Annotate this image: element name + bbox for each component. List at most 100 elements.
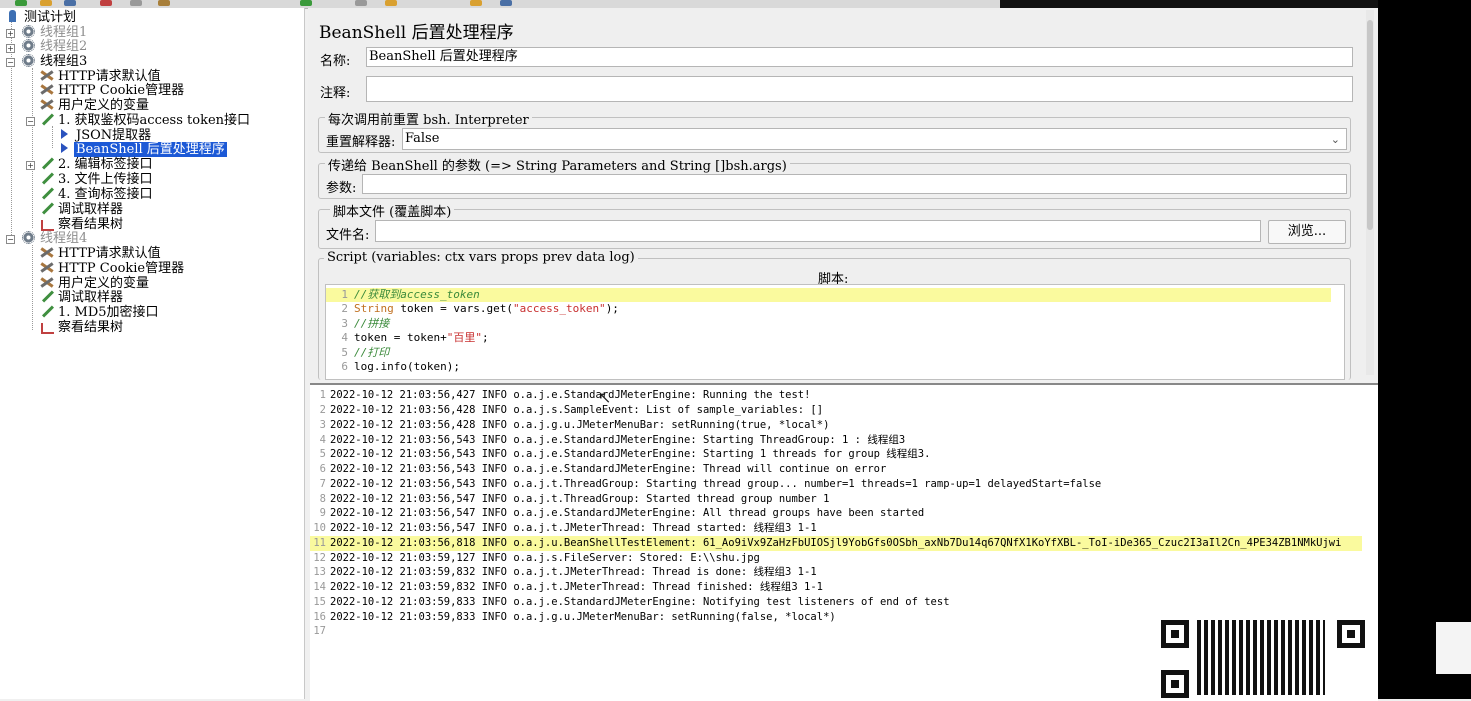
tree-item-http-defaults[interactable]: HTTP请求默认值 xyxy=(40,69,163,84)
cut-icon[interactable] xyxy=(100,0,112,6)
file-name-label: 文件名: xyxy=(326,228,370,243)
tree-item-debug-sampler-2[interactable]: 调试取样器 xyxy=(40,290,125,305)
video-overlay-right xyxy=(1378,0,1471,699)
collapse-toggle[interactable]: − xyxy=(26,117,35,126)
postprocessor-icon xyxy=(58,142,71,155)
reset-interpreter-label: 重置解释器: xyxy=(326,135,396,150)
log-line: 16 2022-10-12 21:03:59,833 INFO o.a.j.g.u… xyxy=(310,610,835,625)
tree-item-test-plan[interactable]: 测试计划 xyxy=(6,10,78,25)
wrench-icon xyxy=(40,276,53,289)
log-line: 3 2022-10-12 21:03:56,428 INFO o.a.j.g.u.… xyxy=(310,418,830,433)
log-line-number: 3 xyxy=(319,419,326,431)
log-line-number: 11 xyxy=(313,537,326,549)
panel-scrollbar-thumb[interactable] xyxy=(1367,20,1373,230)
stop-icon[interactable] xyxy=(355,0,367,6)
parameters-field[interactable] xyxy=(362,174,1347,194)
log-line-number: 17 xyxy=(313,625,326,637)
log-line: 6 2022-10-12 21:03:56,543 INFO o.a.j.e.St… xyxy=(310,462,887,477)
expand-toggle[interactable]: + xyxy=(6,44,15,53)
tree-item-http-defaults-2[interactable]: HTTP请求默认值 xyxy=(40,246,163,261)
gear-icon xyxy=(22,231,35,244)
copy-icon[interactable] xyxy=(130,0,142,6)
code-line: 1//获取到access_token xyxy=(326,288,1331,302)
tree-item-sampler-access-token[interactable]: 1. 获取鉴权码access token接口 xyxy=(40,113,252,128)
tree-item-json-extractor[interactable]: JSON提取器 xyxy=(58,128,153,143)
log-line-number: 13 xyxy=(313,566,326,578)
script-file-group-title: 脚本文件 (覆盖脚本) xyxy=(330,201,455,220)
tree-item-sampler-edit-tag[interactable]: 2. 编辑标签接口 xyxy=(40,157,155,172)
sampler-icon xyxy=(40,157,53,170)
tree-item-results-tree-2[interactable]: 察看结果树 xyxy=(40,320,125,335)
wrench-icon xyxy=(40,246,53,259)
name-label: 名称: xyxy=(320,54,351,69)
gear-icon xyxy=(22,25,35,38)
code-line: 6 log.info(token); xyxy=(341,360,460,373)
tree-item-thread-group-1[interactable]: 线程组1 xyxy=(22,25,89,40)
log-line: 13 2022-10-12 21:03:59,832 INFO o.a.j.t.J… xyxy=(310,565,816,580)
listener-icon xyxy=(40,217,54,231)
tree-item-thread-group-3[interactable]: 线程组3 xyxy=(22,54,89,69)
paste-icon[interactable] xyxy=(158,0,170,6)
tree-item-beanshell-postprocessor[interactable]: BeanShell 后置处理程序 xyxy=(58,142,227,157)
file-name-field[interactable] xyxy=(375,220,1261,242)
sampler-icon xyxy=(40,290,53,303)
save-icon[interactable] xyxy=(64,0,76,6)
sampler-icon xyxy=(40,202,53,215)
log-line: 9 2022-10-12 21:03:56,547 INFO o.a.j.e.St… xyxy=(310,506,925,521)
sampler-icon xyxy=(40,113,53,126)
log-line-number: 15 xyxy=(313,596,326,608)
code-line: 2 String token = vars.get("access_token")… xyxy=(341,302,619,315)
code-line: 5//打印 xyxy=(341,346,390,359)
tree-item-results-tree[interactable]: 察看结果树 xyxy=(40,217,125,232)
log-line: 14 2022-10-12 21:03:59,832 INFO o.a.j.t.J… xyxy=(310,580,823,595)
mouse-cursor-icon: ↖ xyxy=(598,388,612,407)
log-line: 4 2022-10-12 21:03:56,543 INFO o.a.j.e.St… xyxy=(310,433,905,448)
tree-item-sampler-upload[interactable]: 3. 文件上传接口 xyxy=(40,172,155,187)
wrench-icon xyxy=(40,69,53,82)
name-field[interactable]: BeanShell 后置处理程序 xyxy=(366,47,1353,67)
log-line-number: 10 xyxy=(313,522,326,534)
collapse-toggle[interactable]: − xyxy=(6,58,15,67)
sampler-icon xyxy=(40,172,53,185)
tree-item-user-variables[interactable]: 用户定义的变量 xyxy=(40,98,151,113)
tree-item-thread-group-4[interactable]: 线程组4 xyxy=(22,231,89,246)
log-line: 15 2022-10-12 21:03:59,833 INFO o.a.j.e.S… xyxy=(310,595,949,610)
log-line-number: 5 xyxy=(319,448,326,460)
page-title: BeanShell 后置处理程序 xyxy=(319,23,514,43)
parameters-group-title: 传递给 BeanShell 的参数 (=> String Parameters … xyxy=(325,155,790,174)
log-line: 7 2022-10-12 21:03:56,543 INFO o.a.j.t.Th… xyxy=(310,477,1102,492)
wrench-icon xyxy=(40,98,53,111)
tree-item-cookie-manager-2[interactable]: HTTP Cookie管理器 xyxy=(40,261,186,276)
tree-item-user-variables-2[interactable]: 用户定义的变量 xyxy=(40,276,151,291)
reset-interpreter-select[interactable]: False ⌄ xyxy=(402,128,1347,150)
collapse-toggle[interactable]: − xyxy=(6,235,15,244)
clear-icon[interactable] xyxy=(385,0,397,6)
log-line: 12 2022-10-12 21:03:59,127 INFO o.a.j.s.F… xyxy=(310,551,760,566)
listener-icon xyxy=(40,320,54,334)
tree-item-debug-sampler[interactable]: 调试取样器 xyxy=(40,202,125,217)
search-icon[interactable] xyxy=(470,0,482,6)
script-editor[interactable]: 1//获取到access_token 2 String token = vars.… xyxy=(325,284,1345,380)
wrench-icon xyxy=(40,83,53,96)
tree-item-cookie-manager[interactable]: HTTP Cookie管理器 xyxy=(40,83,186,98)
run-icon[interactable] xyxy=(15,0,27,6)
log-line-number: 8 xyxy=(319,493,326,505)
browse-button[interactable]: 浏览... xyxy=(1268,220,1346,244)
code-line: 4 token = token+"百里"; xyxy=(341,331,489,344)
qr-code xyxy=(1155,612,1377,699)
expand-toggle[interactable]: + xyxy=(6,29,15,38)
tree-item-thread-group-2[interactable]: 线程组2 xyxy=(22,39,89,54)
tree-item-sampler-md5[interactable]: 1. MD5加密接口 xyxy=(40,305,161,320)
gear-icon xyxy=(22,39,35,52)
start-icon[interactable] xyxy=(300,0,312,6)
comment-field[interactable] xyxy=(366,76,1353,102)
tree-item-sampler-query-tag[interactable]: 4. 查询标签接口 xyxy=(40,187,155,202)
log-line: 2 2022-10-12 21:03:56,428 INFO o.a.j.s.Sa… xyxy=(310,403,823,418)
log-line: 17 xyxy=(310,624,330,639)
log-line-number: 4 xyxy=(319,434,326,446)
chevron-down-icon: ⌄ xyxy=(1330,133,1340,146)
function-icon[interactable] xyxy=(500,0,512,6)
expand-toggle[interactable]: + xyxy=(26,161,35,170)
open-icon[interactable] xyxy=(40,0,52,6)
script-group-title: Script (variables: ctx vars props prev d… xyxy=(324,250,638,265)
